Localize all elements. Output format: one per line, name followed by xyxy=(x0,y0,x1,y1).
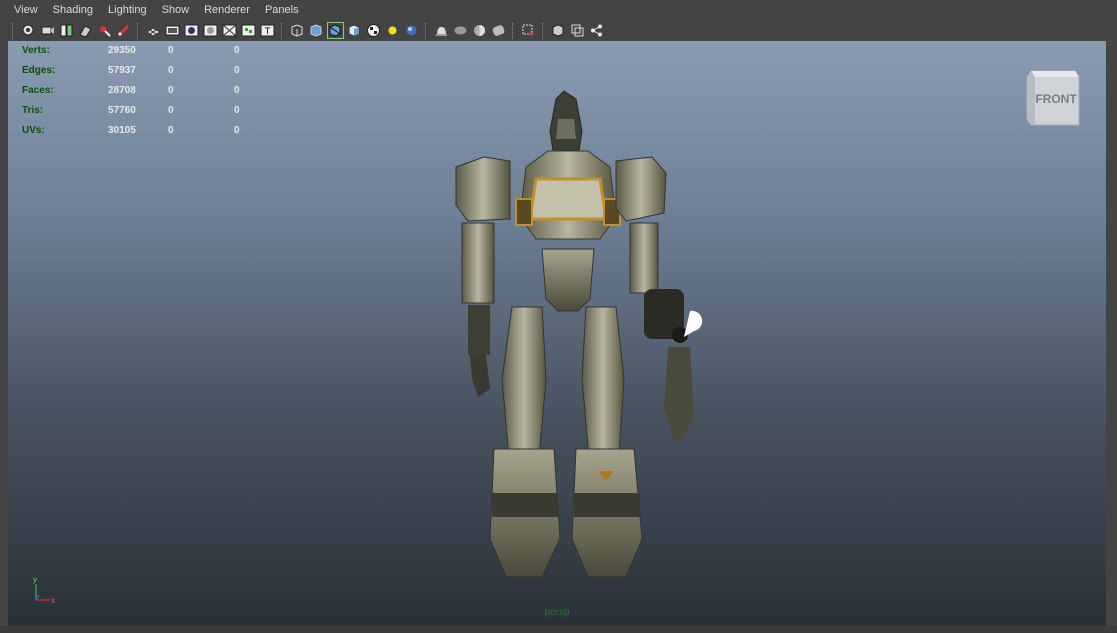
2d-pan-zoom-icon[interactable] xyxy=(97,23,112,38)
hud-selected: 0 xyxy=(168,44,174,56)
smooth-shade-icon[interactable] xyxy=(290,23,305,38)
hud-label: Verts: xyxy=(22,44,50,56)
shadows-icon[interactable] xyxy=(385,23,400,38)
axis-gizmo: y x xyxy=(33,575,55,605)
svg-text:T: T xyxy=(265,26,271,36)
hud-row-edges: Edges: 57937 0 0 xyxy=(22,60,300,80)
menu-bar: View Shading Lighting Show Renderer Pane… xyxy=(0,0,1117,20)
field-chart-icon[interactable] xyxy=(222,23,237,38)
axis-y-label: y xyxy=(33,575,37,584)
hud-value: 28708 xyxy=(108,84,136,96)
xray-active-components-icon[interactable] xyxy=(551,23,566,38)
hud-label: Edges: xyxy=(22,64,56,76)
poly-count-hud: Verts: 29350 0 0 Edges: 57937 0 0 Faces:… xyxy=(22,41,300,140)
resolution-gate-icon[interactable] xyxy=(184,23,199,38)
hud-row-verts: Verts: 29350 0 0 xyxy=(22,41,300,60)
camera-select-icon[interactable] xyxy=(21,23,36,38)
hud-selected: 0 xyxy=(168,104,174,116)
camera-attributes-icon[interactable] xyxy=(40,23,55,38)
hud-label: Faces: xyxy=(22,84,54,96)
hud-components: 0 xyxy=(234,124,240,136)
toolbar-separator xyxy=(137,22,140,39)
use-all-lights-icon[interactable] xyxy=(366,23,381,38)
hud-components: 0 xyxy=(234,104,240,116)
hud-value: 29350 xyxy=(108,44,136,56)
xray-joints-icon[interactable] xyxy=(570,23,585,38)
hud-row-tris: Tris: 57760 0 0 xyxy=(22,100,300,120)
shaded-wireframe-icon[interactable] xyxy=(309,23,324,38)
safe-action-icon[interactable] xyxy=(241,23,256,38)
hud-value: 57760 xyxy=(108,104,136,116)
view-cube[interactable]: FRONT xyxy=(1025,67,1081,129)
bookmark-icon[interactable] xyxy=(59,23,74,38)
menu-renderer[interactable]: Renderer xyxy=(196,4,257,16)
hud-label: Tris: xyxy=(22,104,44,116)
menu-panels[interactable]: Panels xyxy=(257,4,306,16)
textured-icon[interactable] xyxy=(347,23,362,38)
toolbar-separator xyxy=(281,22,284,39)
hud-components: 0 xyxy=(234,84,240,96)
toolbar-separator xyxy=(512,22,515,39)
multisample-aa-icon[interactable] xyxy=(453,23,468,38)
depth-of-field-icon[interactable] xyxy=(472,23,487,38)
hud-components: 0 xyxy=(234,64,240,76)
view-cube-face-label: FRONT xyxy=(1035,92,1077,106)
hud-selected: 0 xyxy=(168,64,174,76)
hud-row-faces: Faces: 28708 0 0 xyxy=(22,80,300,100)
panel-toolbar: T xyxy=(0,20,1117,41)
robot-model[interactable] xyxy=(438,89,718,589)
hud-selected: 0 xyxy=(168,124,174,136)
hud-label: UVs: xyxy=(22,124,45,136)
gate-mask-icon[interactable] xyxy=(203,23,218,38)
grease-pencil-icon[interactable] xyxy=(116,23,131,38)
manipulator-cursor xyxy=(684,310,703,337)
toolbar-separator xyxy=(12,22,15,39)
axis-x-label: x xyxy=(51,596,55,605)
menu-shading[interactable]: Shading xyxy=(45,4,100,16)
grid-icon[interactable] xyxy=(146,23,161,38)
hud-row-uvs: UVs: 30105 0 0 xyxy=(22,120,300,140)
3d-viewport[interactable]: Verts: 29350 0 0 Edges: 57937 0 0 Faces:… xyxy=(8,41,1106,626)
hud-selected: 0 xyxy=(168,84,174,96)
toolbar-separator xyxy=(542,22,545,39)
menu-view[interactable]: View xyxy=(0,4,45,16)
wireframe-icon[interactable]: T xyxy=(260,23,275,38)
hud-components: 0 xyxy=(234,44,240,56)
camera-name-label: persp xyxy=(544,607,570,618)
node-share-icon[interactable] xyxy=(589,23,604,38)
menu-lighting[interactable]: Lighting xyxy=(100,4,154,16)
panel-bottom-border xyxy=(0,626,1117,633)
hud-value: 30105 xyxy=(108,124,136,136)
motion-blur-icon[interactable] xyxy=(434,23,449,38)
default-material-icon[interactable] xyxy=(327,22,344,39)
menu-show[interactable]: Show xyxy=(154,4,197,16)
hud-value: 57937 xyxy=(108,64,136,76)
isolate-select-icon[interactable] xyxy=(491,23,506,38)
screen-ambient-occlusion-icon[interactable] xyxy=(404,23,419,38)
film-gate-icon[interactable] xyxy=(165,23,180,38)
toolbar-separator xyxy=(425,22,428,39)
xray-icon[interactable] xyxy=(521,23,536,38)
image-plane-icon[interactable] xyxy=(78,23,93,38)
